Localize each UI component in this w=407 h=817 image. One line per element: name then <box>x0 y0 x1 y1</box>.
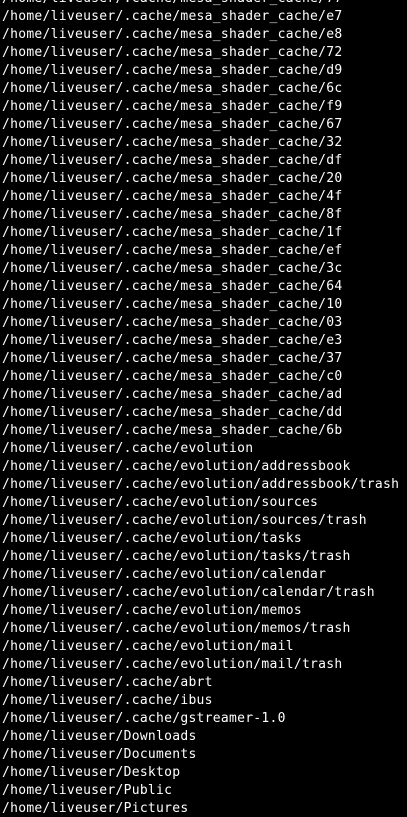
terminal-line: /home/liveuser/.cache/evolution/memos <box>2 603 302 618</box>
terminal-line: /home/liveuser/.cache/mesa_shader_cache/… <box>2 315 343 330</box>
terminal-line: /home/liveuser/.cache/mesa_shader_cache/… <box>2 99 343 114</box>
terminal-line: /home/liveuser/.cache/mesa_shader_cache/… <box>2 207 343 222</box>
terminal-line: /home/liveuser/.cache/mesa_shader_cache/… <box>2 81 343 96</box>
terminal-line: /home/liveuser/.cache/mesa_shader_cache/… <box>2 351 343 366</box>
terminal-line: /home/liveuser/.cache/evolution/memos/tr… <box>2 621 351 636</box>
terminal-line: /home/liveuser/.cache/mesa_shader_cache/… <box>2 0 407 8</box>
terminal-line: /home/liveuser/.cache/evolution/addressb… <box>2 477 400 492</box>
terminal-line: /home/liveuser/.cache/evolution/addressb… <box>2 459 351 474</box>
terminal-line: /home/liveuser/.cache/mesa_shader_cache/… <box>2 9 343 24</box>
terminal-line: /home/liveuser/Public <box>2 783 173 798</box>
terminal-line: /home/liveuser/.cache/mesa_shader_cache/… <box>2 405 343 420</box>
terminal-line: /home/liveuser/.cache/evolution/mail/tra… <box>2 657 343 672</box>
terminal-line: /home/liveuser/.cache/ibus <box>2 693 213 708</box>
terminal-line: /home/liveuser/.cache/mesa_shader_cache/… <box>2 117 343 132</box>
terminal-line: /home/liveuser/.cache/evolution/calendar <box>2 567 327 582</box>
terminal-line: /home/liveuser/Pictures <box>2 801 189 816</box>
terminal-line: /home/liveuser/.cache/mesa_shader_cache/… <box>2 189 343 204</box>
terminal-window[interactable]: /home/liveuser/.cache/mesa_shader_cache/… <box>0 0 407 817</box>
terminal-line: /home/liveuser/.cache/gstreamer-1.0 <box>2 711 286 726</box>
terminal-line: /home/liveuser/.cache/mesa_shader_cache/… <box>2 135 343 150</box>
terminal-line: /home/liveuser/.cache/mesa_shader_cache/… <box>2 171 343 186</box>
terminal-line: /home/liveuser/.cache/mesa_shader_cache/… <box>2 387 343 402</box>
terminal-line: /home/liveuser/.cache/mesa_shader_cache/… <box>2 27 343 42</box>
terminal-line: /home/liveuser/.cache/mesa_shader_cache/… <box>2 423 343 438</box>
terminal-line: /home/liveuser/.cache/mesa_shader_cache/… <box>2 297 343 312</box>
terminal-line: /home/liveuser/.cache/mesa_shader_cache/… <box>2 153 343 168</box>
terminal-line: /home/liveuser/.cache/mesa_shader_cache/… <box>2 333 343 348</box>
terminal-line: /home/liveuser/Documents <box>2 747 197 762</box>
terminal-line: /home/liveuser/.cache/mesa_shader_cache/… <box>2 261 343 276</box>
terminal-line: /home/liveuser/.cache/evolution/tasks <box>2 531 302 546</box>
terminal-line: /home/liveuser/.cache/mesa_shader_cache/… <box>2 45 343 60</box>
terminal-line: /home/liveuser/.cache/mesa_shader_cache/… <box>2 279 343 294</box>
terminal-line: /home/liveuser/.cache/mesa_shader_cache/… <box>2 243 343 258</box>
terminal-line: /home/liveuser/.cache/evolution/mail <box>2 639 294 654</box>
terminal-line: /home/liveuser/.cache/mesa_shader_cache/… <box>2 369 343 384</box>
terminal-line: /home/liveuser/Desktop <box>2 765 181 780</box>
terminal-line: /home/liveuser/.cache/mesa_shader_cache/… <box>2 225 343 240</box>
terminal-line: /home/liveuser/Downloads <box>2 729 197 744</box>
terminal-line: /home/liveuser/.cache/evolution/tasks/tr… <box>2 549 351 564</box>
terminal-line: /home/liveuser/.cache/evolution/sources <box>2 495 319 510</box>
terminal-line: /home/liveuser/.cache/evolution/sources/… <box>2 513 367 528</box>
terminal-line: /home/liveuser/.cache/mesa_shader_cache/… <box>2 63 343 78</box>
terminal-line: /home/liveuser/.cache/evolution <box>2 441 254 456</box>
terminal-output: /home/liveuser/.cache/mesa_shader_cache/… <box>0 0 407 817</box>
terminal-line: /home/liveuser/.cache/abrt <box>2 675 213 690</box>
terminal-line: /home/liveuser/.cache/evolution/calendar… <box>2 585 375 600</box>
